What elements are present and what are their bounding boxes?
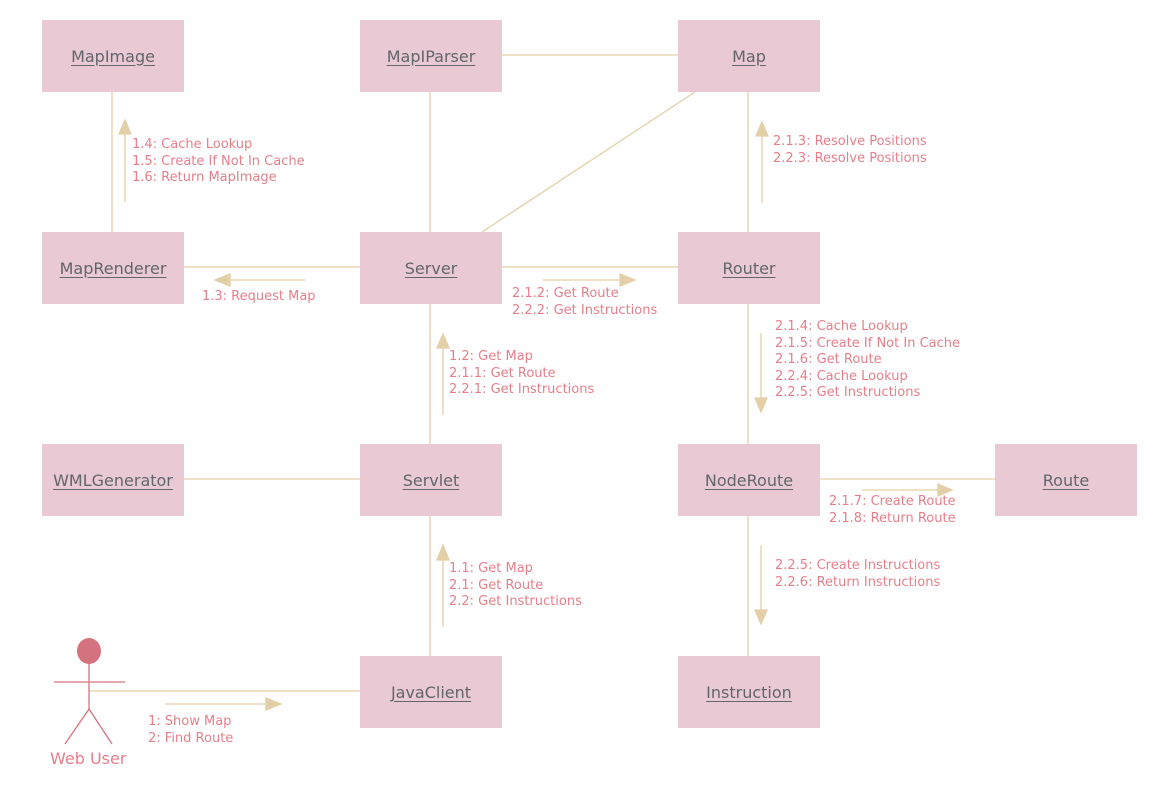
message-label-javaclient-to-servlet: 1.1: Get Map 2.1: Get Route 2.2: Get Instr…: [449, 561, 582, 611]
object-label: Route: [1042, 470, 1090, 490]
object-label: NodeRoute: [704, 470, 794, 490]
message-line: 2.1.1: Get Route: [449, 365, 556, 381]
message-line: 2.1: Get Route: [449, 577, 544, 593]
object-mapimage[interactable]: MapImage: [42, 20, 184, 92]
message-line: 2.1.4: Cache Lookup: [775, 319, 908, 334]
message-line: 1.6: Return MapImage: [132, 170, 277, 185]
message-line: 2.2.6: Return Instructions: [775, 574, 941, 590]
object-maprenderer[interactable]: MapRenderer: [42, 232, 184, 304]
message-line: 2.1.3: Resolve Positions: [773, 134, 927, 149]
object-label: MapImage: [71, 46, 155, 66]
object-label: Map: [732, 46, 766, 66]
message-line: 1.3: Request Map: [202, 289, 316, 304]
object-label: JavaClient: [390, 682, 472, 702]
message-line: 2.2.5: Create Instructions: [775, 558, 941, 573]
object-label: Server: [404, 258, 458, 278]
message-label-servlet-to-server: 1.2: Get Map 2.1.1: Get Route 2.2.1: Get I…: [449, 349, 594, 399]
message-label-maprenderer-to-mapimage: 1.4: Cache Lookup 1.5: Create If Not In C…: [132, 137, 305, 187]
arrow-javaclient-to-servlet: [436, 543, 450, 627]
message-line: 1.5: Create If Not In Cache: [132, 153, 305, 169]
message-line: 2.2.3: Resolve Positions: [773, 150, 927, 166]
message-label-noderoute-to-instruction: 2.2.5: Create Instructions 2.2.6: Return …: [775, 558, 940, 591]
arrow-noderoute-to-instruction: [754, 545, 768, 626]
arrow-user-to-javaclient: [165, 697, 283, 711]
message-line: 1.4: Cache Lookup: [132, 137, 253, 152]
message-label-router-to-map: 2.1.3: Resolve Positions 2.2.3: Resolve P…: [773, 134, 927, 167]
link-map-server: [481, 91, 696, 233]
actor-web-user-label: Web User: [50, 749, 127, 768]
object-label: WMLGenerator: [53, 470, 173, 490]
message-label-router-to-noderoute: 2.1.4: Cache Lookup 2.1.5: Create If Not …: [775, 319, 960, 402]
object-label: Router: [722, 258, 776, 278]
object-wmlgenerator[interactable]: WMLGenerator: [42, 444, 184, 516]
message-line: 2.1.6: Get Route: [775, 352, 882, 367]
object-label: MapIParser: [386, 46, 476, 66]
message-line: 2.2.2: Get Instructions: [512, 302, 658, 318]
message-line: 1.1: Get Map: [449, 561, 533, 576]
object-server[interactable]: Server: [360, 232, 502, 304]
message-line: 2.1.5: Create If Not In Cache: [775, 335, 961, 351]
message-line: 2.2.4: Cache Lookup: [775, 368, 908, 384]
object-label: Instruction: [706, 682, 792, 702]
object-instruction[interactable]: Instruction: [678, 656, 820, 728]
message-line: 2.1.7: Create Route: [829, 494, 956, 509]
message-line: 1.2: Get Map: [449, 349, 533, 364]
message-line: 2.1.8: Return Route: [829, 510, 956, 526]
object-noderoute[interactable]: NodeRoute: [678, 444, 820, 516]
message-label-user-to-javaclient: 1: Show Map 2: Find Route: [148, 714, 233, 747]
object-servlet[interactable]: Servlet: [360, 444, 502, 516]
message-line: 2: Find Route: [148, 730, 234, 746]
message-label-server-to-maprenderer: 1.3: Request Map: [202, 289, 316, 306]
object-route[interactable]: Route: [995, 444, 1137, 516]
object-label: MapRenderer: [59, 258, 167, 278]
arrow-servlet-to-server: [436, 332, 450, 415]
object-label: Servlet: [402, 470, 460, 490]
object-javaclient[interactable]: JavaClient: [360, 656, 502, 728]
message-label-server-to-router: 2.1.2: Get Route 2.2.2: Get Instructions: [512, 286, 657, 319]
arrow-router-to-map: [755, 120, 769, 203]
arrow-maprenderer-to-mapimage: [118, 118, 132, 202]
arrow-router-to-noderoute: [754, 333, 768, 414]
message-line: 2.2.1: Get Instructions: [449, 382, 595, 397]
arrow-server-to-maprenderer: [213, 273, 305, 287]
object-router[interactable]: Router: [678, 232, 820, 304]
object-map[interactable]: Map: [678, 20, 820, 92]
message-line: 1: Show Map: [148, 714, 232, 729]
message-line: 2.1.2: Get Route: [512, 286, 619, 301]
arrow-server-to-router: [543, 273, 637, 287]
message-label-noderoute-to-route: 2.1.7: Create Route 2.1.8: Return Route: [829, 494, 956, 527]
object-mapiparser[interactable]: MapIParser: [360, 20, 502, 92]
communication-diagram: MapImage MapIParser Map MapRenderer Serv…: [0, 0, 1154, 787]
message-line: 2.2: Get Instructions: [449, 594, 582, 609]
message-line: 2.2.5: Get Instructions: [775, 385, 921, 400]
